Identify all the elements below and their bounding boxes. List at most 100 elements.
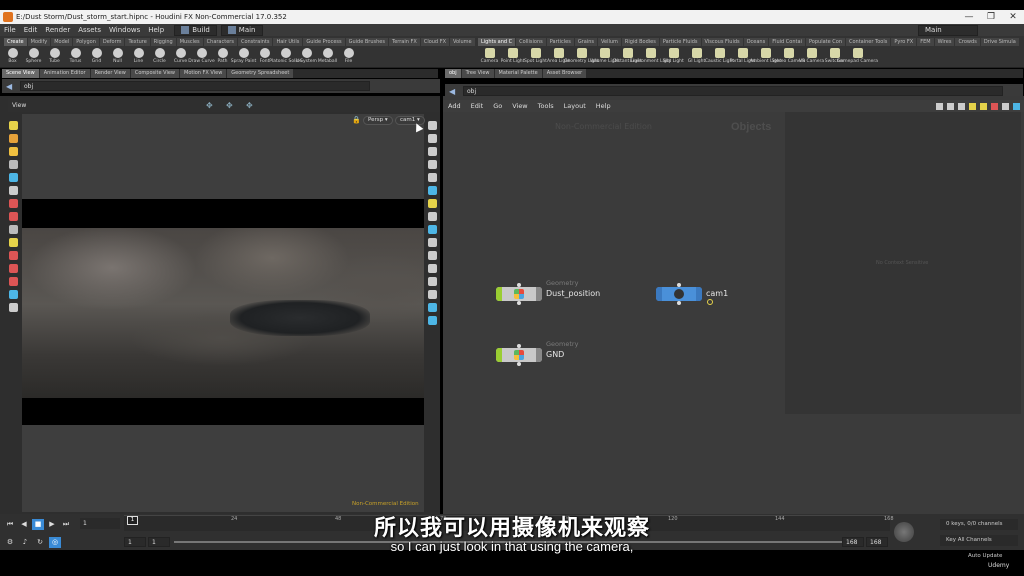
right-path-field[interactable]: obj xyxy=(463,86,1003,96)
shelf-tab[interactable]: Guide Process xyxy=(303,38,345,46)
shelf-tab[interactable]: Volume xyxy=(450,38,475,46)
view-tool-icon[interactable] xyxy=(8,186,18,195)
close-button[interactable]: ✕ xyxy=(1002,12,1024,22)
shelf-tool-button[interactable]: Sky Light xyxy=(662,48,685,68)
color-palette-icon[interactable] xyxy=(991,102,998,110)
info-icon[interactable] xyxy=(1013,102,1020,110)
shelf-tool-button[interactable]: Grid xyxy=(86,48,107,68)
display-flag[interactable] xyxy=(496,348,502,362)
shelf-tool-button[interactable]: Font xyxy=(254,48,275,68)
bypass-flag[interactable] xyxy=(536,348,542,362)
shelf-tool-button[interactable]: Environment Light xyxy=(630,48,671,68)
shelf-tool-button[interactable]: Path xyxy=(212,48,233,68)
viewport-tool-icon[interactable]: ✥ xyxy=(206,101,213,110)
shelf-tab[interactable]: Grains xyxy=(574,38,597,46)
shelf-tool-button[interactable]: File xyxy=(338,48,359,68)
left-path-field[interactable]: obj xyxy=(20,81,370,91)
camera-tool-icon[interactable] xyxy=(8,290,18,299)
output-connector[interactable] xyxy=(677,301,681,305)
group-tool-icon[interactable] xyxy=(8,277,18,286)
display-option-icon[interactable] xyxy=(427,264,437,273)
shading-icon[interactable] xyxy=(427,173,437,182)
shelf-tab[interactable]: FEM xyxy=(917,38,934,46)
pane-tab[interactable]: obj xyxy=(445,69,461,78)
shelf-tool-button[interactable]: Switcher xyxy=(823,48,846,68)
desktop-selector-main[interactable]: Main xyxy=(220,24,263,36)
display-option-icon[interactable] xyxy=(427,277,437,286)
lighting-icon[interactable] xyxy=(427,186,437,195)
shelf-tool-button[interactable]: Sphere xyxy=(23,48,44,68)
shelf-tool-button[interactable]: VR Camera xyxy=(799,48,824,68)
display-option-icon[interactable] xyxy=(427,251,437,260)
shelf-tab[interactable]: Muscles xyxy=(176,38,203,46)
menu-render[interactable]: Render xyxy=(41,26,74,34)
display-option-icon[interactable] xyxy=(427,212,437,221)
shelf-tab[interactable]: Particles xyxy=(546,38,574,46)
display-flag[interactable] xyxy=(496,287,502,301)
node-name-label[interactable]: cam1 xyxy=(706,289,728,298)
shelf-tab[interactable]: Particle Fluids xyxy=(659,38,701,46)
desktop-selector-right[interactable]: Main xyxy=(918,24,978,36)
shelf-tool-button[interactable]: Stereo Camera xyxy=(772,48,805,68)
menu-help[interactable]: Help xyxy=(144,26,168,34)
measure-tool-icon[interactable] xyxy=(8,264,18,273)
net-menu-view[interactable]: View xyxy=(507,102,532,110)
menu-file[interactable]: File xyxy=(0,26,20,34)
bypass-flag[interactable] xyxy=(696,287,702,301)
display-flag[interactable] xyxy=(656,287,662,301)
shelf-tab[interactable]: Container Tools xyxy=(846,38,891,46)
lock-camera-icon[interactable] xyxy=(427,147,437,156)
grid-tool-icon[interactable] xyxy=(8,238,18,247)
shelf-tool-button[interactable]: Draw Curve xyxy=(188,48,215,68)
display-option-icon[interactable] xyxy=(427,290,437,299)
net-menu-edit[interactable]: Edit xyxy=(466,102,489,110)
shelf-tool-button[interactable]: Circle xyxy=(149,48,170,68)
handle-tool-icon[interactable] xyxy=(8,173,18,182)
shelf-tab[interactable]: Constraints xyxy=(237,38,273,46)
display-option-icon[interactable] xyxy=(427,238,437,247)
shelf-tab[interactable]: Deform xyxy=(99,38,125,46)
shelf-tool-button[interactable]: Torus xyxy=(65,48,86,68)
shelf-tool-button[interactable]: Spray Paint xyxy=(231,48,256,68)
list-icon[interactable] xyxy=(947,102,954,110)
shelf-tool-button[interactable]: Geometry Light xyxy=(564,48,599,68)
pane-tab[interactable]: Geometry Spreadsheet xyxy=(227,69,294,78)
shelf-tab[interactable]: Lights and C xyxy=(478,38,516,46)
shelf-tab[interactable]: Oceans xyxy=(743,38,769,46)
shelf-tool-button[interactable]: Camera xyxy=(478,48,501,68)
brush-tool-icon[interactable] xyxy=(8,199,18,208)
persp-menu-button[interactable]: Persp ▾ xyxy=(363,116,393,125)
wrench-icon[interactable] xyxy=(936,102,943,110)
menu-windows[interactable]: Windows xyxy=(105,26,144,34)
bypass-flag[interactable] xyxy=(536,287,542,301)
snap-tool-icon[interactable] xyxy=(8,225,18,234)
rotate-tool-icon[interactable] xyxy=(8,147,18,156)
shelf-tab[interactable]: Guide Brushes xyxy=(345,38,388,46)
node-name-label[interactable]: Dust_position xyxy=(546,289,600,298)
shelf-tool-button[interactable]: Point Light xyxy=(501,48,524,68)
shelf-tool-button[interactable]: Line xyxy=(128,48,149,68)
shelf-tab[interactable]: Viscous Fluids xyxy=(701,38,743,46)
shelf-tab[interactable]: Model xyxy=(51,38,73,46)
node-name-label[interactable]: GND xyxy=(546,350,564,359)
shelf-tool-button[interactable]: Curve xyxy=(170,48,191,68)
display-option-icon[interactable] xyxy=(427,160,437,169)
shelf-tool-button[interactable]: Volume Light xyxy=(590,48,619,68)
vr-icon[interactable] xyxy=(427,303,437,312)
pane-tab[interactable]: Motion FX View xyxy=(180,69,227,78)
shelf-tool-button[interactable]: Distant Light xyxy=(613,48,642,68)
shelf-tab[interactable]: Terrain FX xyxy=(389,38,420,46)
shelf-tab[interactable]: Characters xyxy=(203,38,237,46)
back-arrow-icon[interactable]: ◀ xyxy=(449,87,455,96)
shelf-tool-button[interactable]: L-System xyxy=(296,48,317,68)
net-menu-layout[interactable]: Layout xyxy=(559,102,591,110)
shelf-tool-button[interactable]: Tube xyxy=(44,48,65,68)
shelf-tool-button[interactable]: Portal Light xyxy=(730,48,755,68)
pane-tab[interactable]: Material Palette xyxy=(494,69,542,78)
shelf-tool-button[interactable]: Area Light xyxy=(547,48,570,68)
pane-tab[interactable]: Tree View xyxy=(461,69,494,78)
pane-tab[interactable]: Asset Browser xyxy=(542,69,587,78)
display-option-icon[interactable] xyxy=(427,121,437,130)
pane-tab[interactable]: Scene View xyxy=(2,69,39,78)
shelf-tool-button[interactable]: Null xyxy=(107,48,128,68)
